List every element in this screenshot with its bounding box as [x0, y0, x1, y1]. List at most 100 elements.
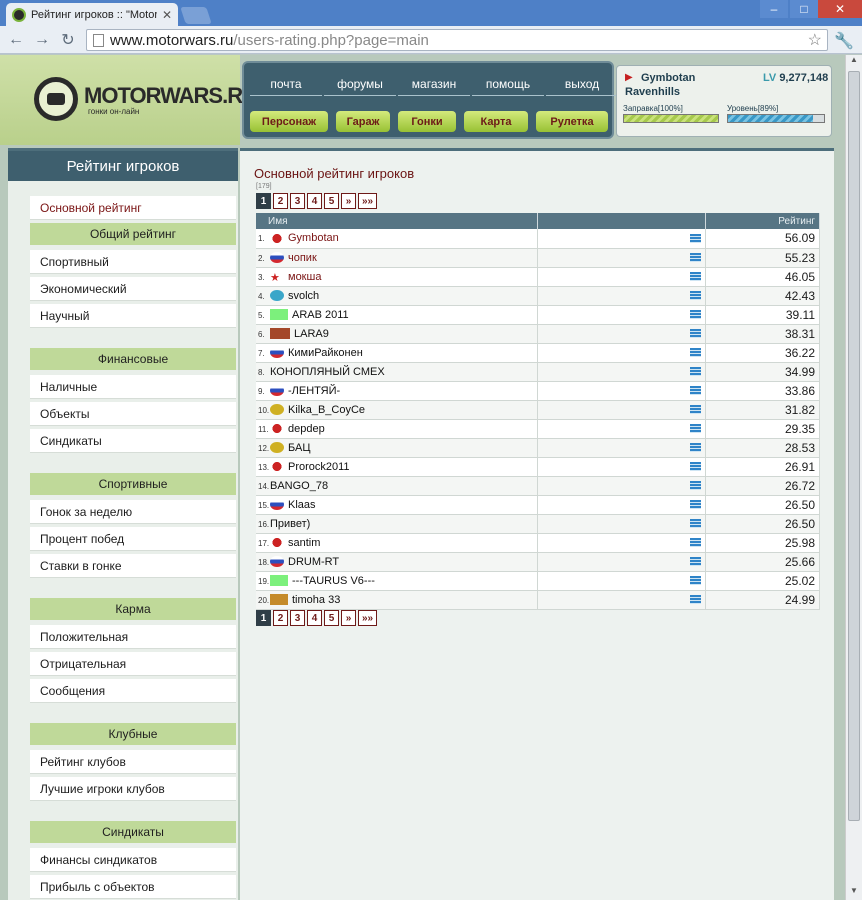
page-link[interactable]: »»	[358, 610, 378, 626]
player-name-link[interactable]: BANGO_78	[270, 480, 328, 492]
page-link[interactable]: 1	[256, 193, 271, 209]
sidebar-item[interactable]: Финансы синдикатов	[30, 848, 236, 872]
menu-shop[interactable]: магазин	[398, 73, 470, 96]
player-info-icon[interactable]	[690, 253, 702, 263]
player-info-icon[interactable]	[690, 424, 702, 434]
player-name-link[interactable]: Gymbotan	[288, 232, 339, 244]
player-name-link[interactable]: чопик	[288, 252, 317, 264]
reload-button[interactable]: ↻	[58, 30, 78, 50]
sidebar-item-main-rating[interactable]: Основной рейтинг	[30, 196, 236, 220]
player-info-icon[interactable]	[690, 348, 702, 358]
sidebar-item[interactable]: Экономический	[30, 277, 236, 301]
player-name-link[interactable]: Prorock2011	[288, 461, 350, 473]
page-link[interactable]: »	[341, 610, 356, 626]
player-name-link[interactable]: БАЦ	[288, 442, 310, 454]
player-info-icon[interactable]	[690, 481, 702, 491]
sidebar-item[interactable]: Рейтинг клубов	[30, 750, 236, 774]
player-info-icon[interactable]	[690, 386, 702, 396]
player-name-link[interactable]: depdep	[288, 423, 325, 435]
bookmark-star-icon[interactable]: ☆	[808, 30, 822, 50]
sidebar-item[interactable]: Ставки в гонке	[30, 554, 236, 578]
player-info-icon[interactable]	[690, 443, 702, 453]
player-info-icon[interactable]	[690, 519, 702, 529]
forward-button[interactable]: →	[32, 30, 52, 50]
page-link[interactable]: 3	[290, 610, 305, 626]
player-info-icon[interactable]	[690, 310, 702, 320]
player-name-link[interactable]: svolch	[288, 290, 319, 302]
player-name-link[interactable]: DRUM-RT	[288, 556, 339, 568]
scroll-up-arrow-icon[interactable]: ▲	[846, 55, 862, 69]
sidebar-item[interactable]: Наличные	[30, 375, 236, 399]
character-button[interactable]: Персонаж	[250, 111, 328, 132]
player-name-link[interactable]: Kilka_B_CoyCe	[288, 404, 365, 416]
sidebar-item[interactable]: Отрицательная	[30, 652, 236, 676]
sidebar-item[interactable]: Синдикаты	[30, 429, 236, 453]
player-info-icon[interactable]	[690, 557, 702, 567]
player-info-icon[interactable]	[690, 576, 702, 586]
minimize-button[interactable]: –	[760, 0, 788, 18]
player-info-icon[interactable]	[690, 291, 702, 301]
player-name-link[interactable]: timoha 33	[292, 594, 340, 606]
garage-button[interactable]: Гараж	[336, 111, 390, 132]
races-button[interactable]: Гонки	[398, 111, 456, 132]
sidebar-item[interactable]: Гонок за неделю	[30, 500, 236, 524]
maximize-button[interactable]: □	[790, 0, 818, 18]
sidebar-item[interactable]: Положительная	[30, 625, 236, 649]
player-name-link[interactable]: -ЛЕНТЯЙ-	[288, 385, 340, 397]
menu-exit[interactable]: выход	[546, 73, 618, 96]
back-button[interactable]: ←	[6, 30, 26, 50]
scroll-down-arrow-icon[interactable]: ▼	[846, 886, 862, 900]
player-info-icon[interactable]	[690, 595, 702, 605]
page-scrollbar[interactable]: ▲ ▼	[845, 55, 862, 900]
page-link[interactable]: 3	[290, 193, 305, 209]
menu-forums[interactable]: форумы	[324, 73, 396, 96]
player-name-link[interactable]: ---TAURUS V6---	[292, 575, 375, 587]
player-name-link[interactable]: КимиРайконен	[288, 347, 363, 359]
player-info-icon[interactable]	[690, 329, 702, 339]
user-name[interactable]: Gymbotan	[641, 72, 695, 84]
page-link[interactable]: 5	[324, 193, 339, 209]
browser-tab[interactable]: Рейтинг игроков :: "Motorw ✕	[6, 3, 178, 26]
wrench-menu-icon[interactable]: 🔧	[834, 31, 854, 51]
roulette-button[interactable]: Рулетка	[536, 111, 608, 132]
sidebar-item[interactable]: Процент побед	[30, 527, 236, 551]
player-name-link[interactable]: мокша	[288, 271, 321, 283]
sidebar-item[interactable]: Прибыль с объектов	[30, 875, 236, 899]
sidebar-item[interactable]: Научный	[30, 304, 236, 328]
page-link[interactable]: 5	[324, 610, 339, 626]
sidebar-item[interactable]: Спортивный	[30, 250, 236, 274]
player-info-icon[interactable]	[690, 500, 702, 510]
page-link[interactable]: 4	[307, 193, 322, 209]
player-name-link[interactable]: santim	[288, 537, 320, 549]
player-info-icon[interactable]	[690, 538, 702, 548]
sidebar-item[interactable]: Объекты	[30, 402, 236, 426]
close-window-button[interactable]: ✕	[818, 0, 862, 18]
page-link[interactable]: »	[341, 193, 356, 209]
player-info-icon[interactable]	[690, 405, 702, 415]
page-link[interactable]: »»	[358, 193, 378, 209]
page-link[interactable]: 1	[256, 610, 271, 626]
site-logo[interactable]: MOTORWARS.RU гонки он-лайн	[34, 77, 258, 121]
menu-mail[interactable]: почта	[250, 73, 322, 96]
player-name-link[interactable]: КОНОПЛЯНЫЙ СМЕХ	[270, 366, 385, 378]
map-button[interactable]: Карта	[464, 111, 528, 132]
player-info-icon[interactable]	[690, 233, 702, 243]
player-name-link[interactable]: LARA9	[294, 328, 329, 340]
new-tab-button[interactable]	[180, 7, 212, 24]
player-name-link[interactable]: Привет)	[270, 518, 310, 530]
player-name-link[interactable]: ARAB 2011	[292, 309, 349, 321]
player-info-icon[interactable]	[690, 272, 702, 282]
page-link[interactable]: 4	[307, 610, 322, 626]
scroll-thumb[interactable]	[848, 71, 860, 821]
page-link[interactable]: 2	[273, 610, 288, 626]
sidebar-item[interactable]: Лучшие игроки клубов	[30, 777, 236, 801]
player-name-link[interactable]: Klaas	[288, 499, 316, 511]
player-info-icon[interactable]	[690, 367, 702, 377]
player-info-icon[interactable]	[690, 462, 702, 472]
table-row: 19. ---TAURUS V6--- 25.02	[256, 571, 820, 591]
sidebar-item[interactable]: Сообщения	[30, 679, 236, 703]
address-bar[interactable]: www.motorwars.ru /users-rating.php?page=…	[86, 29, 828, 51]
tab-close-icon[interactable]: ✕	[162, 8, 172, 22]
page-link[interactable]: 2	[273, 193, 288, 209]
menu-help[interactable]: помощь	[472, 73, 544, 96]
